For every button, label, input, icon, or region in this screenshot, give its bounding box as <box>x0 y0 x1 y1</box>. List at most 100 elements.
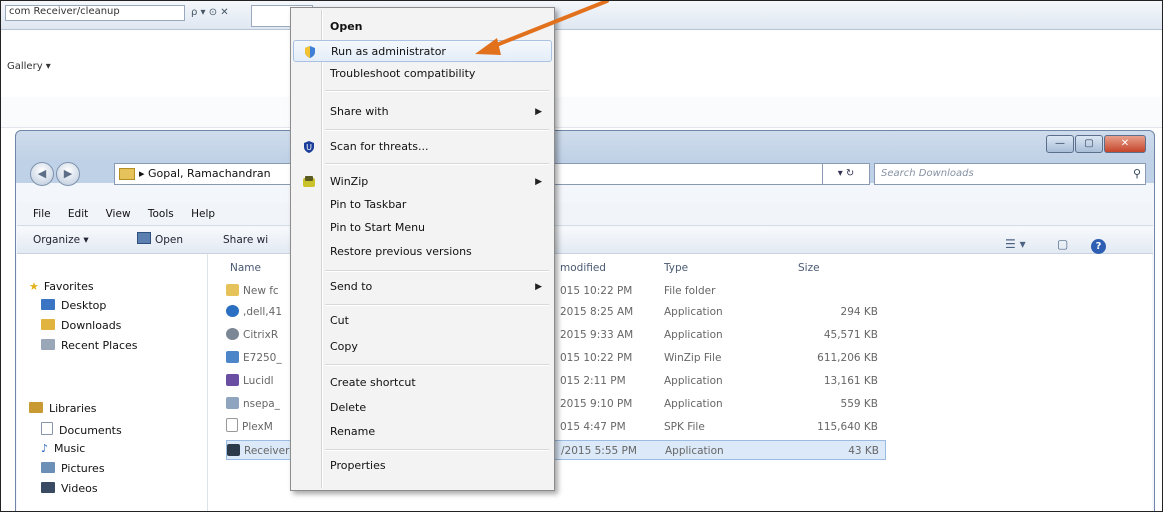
file-name-cell: nsepa_ <box>226 394 280 414</box>
menu-item-run-as-administrator[interactable]: Run as administrator <box>293 40 552 62</box>
column-header-date-modified[interactable]: modified <box>560 262 606 274</box>
maximize-button[interactable]: ▢ <box>1075 135 1103 153</box>
menu-item-scan-for-threats[interactable]: U Scan for threats... <box>293 136 552 158</box>
menu-item-troubleshoot-compatibility[interactable]: Troubleshoot compatibility <box>293 63 552 85</box>
open-label: Open <box>155 234 184 246</box>
menu-help[interactable]: Help <box>191 208 215 220</box>
close-button[interactable]: ✕ <box>1104 135 1146 153</box>
downloads-icon <box>41 319 55 330</box>
open-button[interactable]: Open <box>137 227 183 253</box>
menu-item-share-with[interactable]: Share with ▶ <box>293 101 552 123</box>
favorites-label: Favorites <box>43 280 94 293</box>
sidebar-item-videos[interactable]: Videos <box>41 482 98 495</box>
sidebar-item-downloads[interactable]: Downloads <box>41 319 121 332</box>
forward-button[interactable]: ▶ <box>56 162 80 186</box>
menu-bar: File Edit View Tools Help <box>17 203 1153 226</box>
address-controls[interactable]: ▾ ↻ <box>822 163 870 185</box>
antivirus-shield-icon: U <box>304 141 314 153</box>
sidebar-item-label: Documents <box>59 424 122 437</box>
recent-places-icon <box>41 339 55 350</box>
help-icon: ? <box>1091 239 1106 254</box>
menu-tools[interactable]: Tools <box>148 208 174 220</box>
menu-item-rename[interactable]: Rename <box>293 421 552 443</box>
sidebar-item-desktop[interactable]: Desktop <box>41 299 106 312</box>
menu-view[interactable]: View <box>106 208 131 220</box>
menu-item-label: Create shortcut <box>330 376 416 389</box>
file-modified: 015 10:22 PM <box>560 285 633 297</box>
menu-item-pin-to-start-menu[interactable]: Pin to Start Menu <box>293 217 552 239</box>
menu-item-label: Delete <box>330 401 367 414</box>
menu-item-send-to[interactable]: Send to ▶ <box>293 276 552 298</box>
organize-button[interactable]: Organize ▾ <box>33 227 89 253</box>
sidebar-item-documents[interactable]: Documents <box>41 422 122 437</box>
file-modified: /2015 5:55 PM <box>561 445 637 457</box>
sidebar-item-label: Pictures <box>61 462 105 475</box>
file-type: WinZip File <box>664 352 722 364</box>
menu-item-cut[interactable]: Cut <box>293 310 552 332</box>
menu-item-label: Run as administrator <box>331 45 446 58</box>
search-input[interactable]: Search Downloads ⚲ <box>874 163 1146 185</box>
sidebar-item-pictures[interactable]: Pictures <box>41 462 105 475</box>
gallery-menu[interactable]: Gallery ▾ <box>7 61 51 72</box>
back-button[interactable]: ◀ <box>30 162 54 186</box>
column-header-type[interactable]: Type <box>664 262 688 274</box>
file-name-cell: E7250_ <box>226 348 282 368</box>
explorer-window: — ▢ ✕ ◀ ▶ ▸ Gopal, Ramachandran ▾ ↻ Sear… <box>15 130 1155 511</box>
menu-separator <box>325 90 549 92</box>
file-modified: 2015 9:10 PM <box>560 398 633 410</box>
menu-item-pin-to-taskbar[interactable]: Pin to Taskbar <box>293 194 552 216</box>
menu-edit[interactable]: Edit <box>68 208 88 220</box>
menu-item-winzip[interactable]: WinZip ▶ <box>293 171 552 193</box>
file-size: 13,161 KB <box>823 375 878 387</box>
menu-item-open[interactable]: Open <box>293 16 552 38</box>
share-button[interactable]: Share wi <box>223 227 268 253</box>
menu-item-label: Restore previous versions <box>330 245 472 258</box>
menu-item-label: Send to <box>330 280 373 293</box>
libraries-header[interactable]: Libraries <box>29 402 97 415</box>
file-name-cell: New fc <box>226 281 279 301</box>
menu-item-label: Pin to Start Menu <box>330 221 426 234</box>
file-name-cell: ,dell,41 <box>226 302 282 322</box>
videos-icon <box>41 482 55 493</box>
sidebar-item-label: Desktop <box>61 299 107 312</box>
sidebar-item-recent-places[interactable]: Recent Places <box>41 339 138 352</box>
generic-file-icon <box>226 418 238 432</box>
music-icon: ♪ <box>41 442 49 455</box>
menu-item-restore-previous-versions[interactable]: Restore previous versions <box>293 241 552 263</box>
file-size: 115,640 KB <box>817 421 878 433</box>
column-header-name[interactable]: Name <box>230 262 261 274</box>
file-name-cell: Lucidl <box>226 371 274 391</box>
search-icon[interactable]: ⚲ <box>1133 164 1141 184</box>
menu-file[interactable]: File <box>33 208 51 220</box>
file-type: Application <box>664 306 723 318</box>
file-name: Lucidl <box>243 375 274 387</box>
background-address-bar[interactable]: com Receiver/cleanup <box>5 5 185 21</box>
menu-separator <box>325 364 549 366</box>
menu-item-label: Share with <box>330 105 389 118</box>
desktop-icon <box>41 299 55 310</box>
menu-item-create-shortcut[interactable]: Create shortcut <box>293 372 552 394</box>
file-name: New fc <box>243 285 279 297</box>
menu-item-properties[interactable]: Properties <box>293 455 552 477</box>
file-type: File folder <box>664 285 716 297</box>
menu-item-copy[interactable]: Copy <box>293 336 552 358</box>
documents-icon <box>41 422 53 435</box>
file-modified: 015 10:22 PM <box>560 352 633 364</box>
command-bar: Organize ▾ Open Share wi ☰ ▾ ▢ ? <box>17 227 1153 254</box>
menu-item-delete[interactable]: Delete <box>293 397 552 419</box>
submenu-arrow-icon: ▶ <box>535 177 542 187</box>
lucid-app-icon <box>226 374 239 386</box>
file-type: Application <box>664 329 723 341</box>
column-header-size[interactable]: Size <box>798 262 820 274</box>
sidebar-item-label: Recent Places <box>61 339 138 352</box>
favorites-header[interactable]: ★ Favorites <box>29 280 94 293</box>
sidebar-item-music[interactable]: ♪ Music <box>41 442 85 455</box>
minimize-button[interactable]: — <box>1046 135 1074 153</box>
background-address-icons[interactable]: ρ ▾ ⊙ ✕ <box>191 7 229 18</box>
folder-icon <box>226 284 239 296</box>
file-size: 43 KB <box>848 445 879 457</box>
menu-item-label: Pin to Taskbar <box>330 198 407 211</box>
file-type: Application <box>665 445 724 457</box>
menu-separator <box>325 129 549 131</box>
file-size: 559 KB <box>840 398 878 410</box>
